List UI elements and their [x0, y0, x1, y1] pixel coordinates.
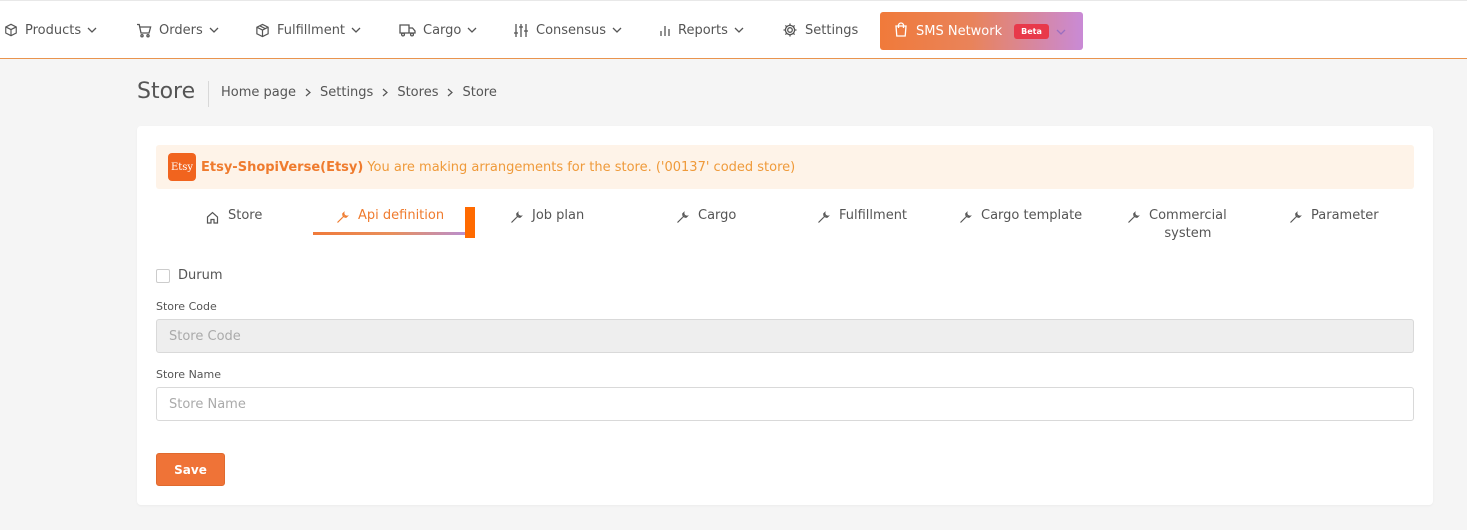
- nav-label-consensus: Consensus: [536, 22, 607, 38]
- nav-item-products[interactable]: Products: [4, 1, 97, 59]
- notice-message: You are making arrangements for the stor…: [367, 159, 796, 175]
- breadcrumb: Home page Settings Stores Store: [221, 85, 497, 100]
- active-tab-marker: [465, 207, 475, 238]
- home-icon: [206, 208, 228, 228]
- sms-network-label: SMS Network: [916, 23, 1003, 39]
- store-code-label: Store Code: [156, 300, 217, 313]
- wrench-icon: [1127, 208, 1149, 228]
- shopping-bag-icon: [894, 21, 908, 41]
- nav-item-orders[interactable]: Orders: [136, 1, 219, 59]
- active-tab-indicator: [313, 232, 471, 235]
- tab-cargo-template[interactable]: Cargo template: [959, 208, 1082, 228]
- chevron-down-icon: [351, 27, 361, 33]
- nav-label-products: Products: [25, 22, 82, 38]
- tab-store[interactable]: Store: [206, 208, 262, 228]
- title-divider: [208, 81, 209, 107]
- nav-label-fulfillment: Fulfillment: [277, 22, 346, 38]
- nav-item-reports[interactable]: Reports: [659, 1, 744, 59]
- store-notice: Etsy Etsy-ShopiVerse(Etsy) You are makin…: [156, 145, 1414, 189]
- wrench-icon: [817, 208, 839, 228]
- nav-label-orders: Orders: [159, 22, 203, 38]
- chevron-right-icon: [447, 88, 454, 97]
- chevron-down-icon: [1056, 24, 1066, 39]
- wrench-icon: [1289, 208, 1311, 228]
- truck-icon: [399, 23, 416, 37]
- nav-item-consensus[interactable]: Consensus: [513, 1, 622, 59]
- tab-label: Cargo template: [981, 208, 1083, 223]
- chevron-down-icon: [734, 27, 744, 33]
- store-name-label: Store Name: [156, 368, 222, 381]
- beta-badge: Beta: [1014, 23, 1049, 39]
- breadcrumb-current: Store: [462, 85, 497, 100]
- tab-label: Cargo: [698, 208, 737, 223]
- status-checkbox[interactable]: [156, 268, 170, 283]
- tab-cargo[interactable]: Cargo: [676, 208, 736, 228]
- store-name-input[interactable]: [156, 387, 1414, 421]
- tab-api-definition[interactable]: Api definition: [336, 208, 444, 228]
- nav-label-settings: Settings: [805, 22, 859, 38]
- tab-label-line-2: system: [1164, 226, 1212, 241]
- tab-label-line-1: Commercial: [1149, 208, 1227, 223]
- save-button[interactable]: Save: [156, 453, 225, 486]
- chevron-down-icon: [87, 27, 97, 33]
- chevron-down-icon: [612, 27, 622, 33]
- tab-commercial-system[interactable]: Commercial system: [1127, 208, 1227, 243]
- wrench-icon: [959, 208, 981, 228]
- breadcrumb-settings[interactable]: Settings: [320, 85, 373, 100]
- status-label: Durum: [178, 268, 223, 283]
- tab-label: Api definition: [358, 208, 445, 223]
- sliders-icon: [513, 23, 529, 38]
- tab-fulfillment[interactable]: Fulfillment: [817, 208, 907, 228]
- wrench-icon: [336, 208, 358, 228]
- box-icon: [4, 23, 18, 37]
- wrench-icon: [510, 208, 532, 228]
- tab-label: Commercial system: [1149, 207, 1227, 243]
- tab-label: Fulfillment: [839, 208, 908, 223]
- nav-item-cargo[interactable]: Cargo: [399, 1, 477, 59]
- notice-store-name: Etsy-ShopiVerse(Etsy): [201, 159, 364, 175]
- wrench-icon: [676, 208, 698, 228]
- sms-network-button[interactable]: SMS Network Beta: [880, 12, 1083, 50]
- nav-label-reports: Reports: [678, 22, 728, 38]
- tab-job-plan[interactable]: Job plan: [510, 208, 584, 228]
- nav-label-cargo: Cargo: [423, 22, 462, 38]
- gear-icon: [782, 22, 798, 38]
- cart-icon: [136, 23, 152, 38]
- top-navigation: Products Orders Fulfillment Cargo Consen…: [0, 0, 1467, 59]
- etsy-logo: Etsy: [168, 153, 196, 181]
- status-checkbox-row[interactable]: Durum: [156, 268, 223, 283]
- chevron-down-icon: [209, 27, 219, 33]
- chevron-right-icon: [305, 88, 311, 97]
- store-code-input[interactable]: [156, 319, 1414, 353]
- tab-label: Job plan: [532, 208, 585, 223]
- store-settings-card: Etsy Etsy-ShopiVerse(Etsy) You are makin…: [137, 126, 1433, 505]
- tab-parameter[interactable]: Parameter: [1289, 208, 1379, 228]
- nav-item-fulfillment[interactable]: Fulfillment: [255, 1, 361, 59]
- breadcrumb-home[interactable]: Home page: [221, 85, 296, 100]
- chevron-right-icon: [382, 88, 389, 97]
- nav-item-settings[interactable]: Settings: [782, 1, 858, 59]
- tab-label: Parameter: [1311, 208, 1379, 223]
- chevron-down-icon: [467, 27, 477, 33]
- cube-icon: [255, 23, 270, 38]
- bar-chart-icon: [659, 24, 671, 37]
- tab-label: Store: [228, 208, 263, 223]
- page-title: Store: [137, 79, 196, 104]
- breadcrumb-stores[interactable]: Stores: [397, 85, 438, 100]
